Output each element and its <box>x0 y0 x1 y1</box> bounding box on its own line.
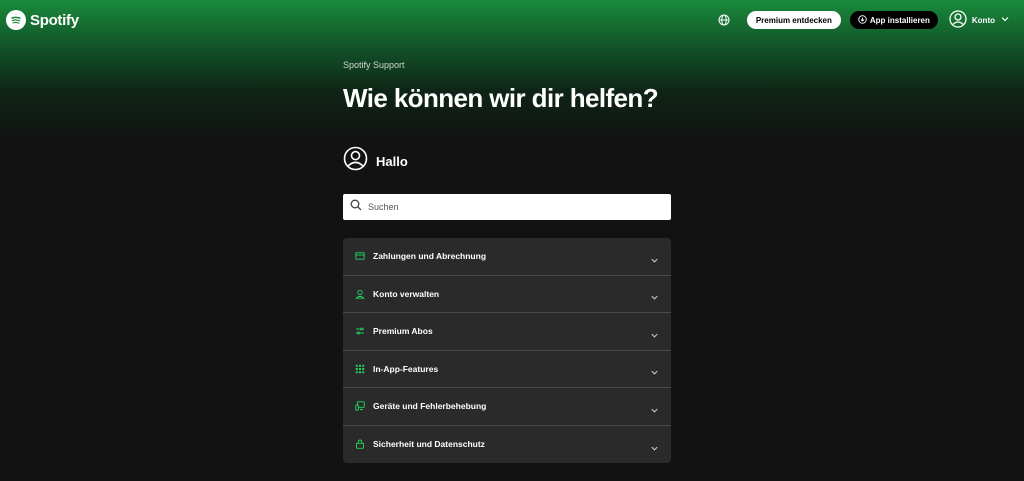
globe-icon[interactable] <box>717 13 731 27</box>
category-security-privacy[interactable]: Sicherheit und Datenschutz <box>343 426 671 464</box>
spotify-logo-icon <box>6 10 26 30</box>
avatar-icon <box>949 10 967 30</box>
nav-actions: Premium entdecken App installieren Konto <box>717 10 1018 30</box>
premium-button[interactable]: Premium entdecken <box>746 11 841 29</box>
chevron-down-icon <box>650 402 659 413</box>
account-menu[interactable]: Konto <box>949 10 1010 30</box>
category-label: Sicherheit und Datenschutz <box>373 439 485 450</box>
category-premium-plans[interactable]: Premium Abos <box>343 313 671 351</box>
devices-icon <box>355 401 365 411</box>
category-payments[interactable]: Zahlungen und Abrechnung <box>343 238 671 276</box>
account-label: Konto <box>971 15 995 25</box>
category-label: Zahlungen und Abrechnung <box>373 251 487 262</box>
category-label: Premium Abos <box>373 326 433 337</box>
sliders-icon <box>355 326 365 336</box>
install-app-button[interactable]: App installieren <box>849 11 938 29</box>
support-main: Spotify Support Wie können wir dir helfe… <box>343 60 671 463</box>
greeting-text: Hallo <box>376 153 408 169</box>
user-avatar-icon <box>343 146 368 176</box>
help-categories: Zahlungen und Abrechnung Konto verwalten <box>343 238 671 463</box>
card-icon <box>355 251 365 261</box>
chevron-down-icon <box>1000 14 1010 26</box>
chevron-down-icon <box>650 364 659 375</box>
user-icon <box>355 289 365 299</box>
chevron-down-icon <box>650 289 659 300</box>
chevron-down-icon <box>650 440 659 451</box>
category-account[interactable]: Konto verwalten <box>343 276 671 313</box>
category-in-app-features[interactable]: In-App-Features <box>343 351 671 388</box>
brand-name: Spotify <box>30 11 79 29</box>
support-label: Spotify Support <box>343 60 405 70</box>
grid-icon <box>355 364 365 374</box>
install-app-label: App installieren <box>869 15 930 25</box>
category-label: In-App-Features <box>373 363 439 374</box>
greeting: Hallo <box>343 146 671 176</box>
page-title: Wie können wir dir helfen? <box>343 83 659 113</box>
search-input[interactable] <box>368 202 658 212</box>
lock-icon <box>355 439 365 450</box>
chevron-down-icon <box>650 252 659 263</box>
category-label: Konto verwalten <box>373 288 440 299</box>
search-box <box>343 194 671 220</box>
search-icon <box>350 198 362 216</box>
spotify-logo[interactable]: Spotify <box>6 10 79 30</box>
category-label: Geräte und Fehlerbehebung <box>373 401 487 412</box>
chevron-down-icon <box>650 327 659 338</box>
category-devices-troubleshooting[interactable]: Geräte und Fehlerbehebung <box>343 388 671 426</box>
top-navigation: Spotify Premium entdecken App installier… <box>0 0 1024 40</box>
download-icon <box>858 14 867 26</box>
